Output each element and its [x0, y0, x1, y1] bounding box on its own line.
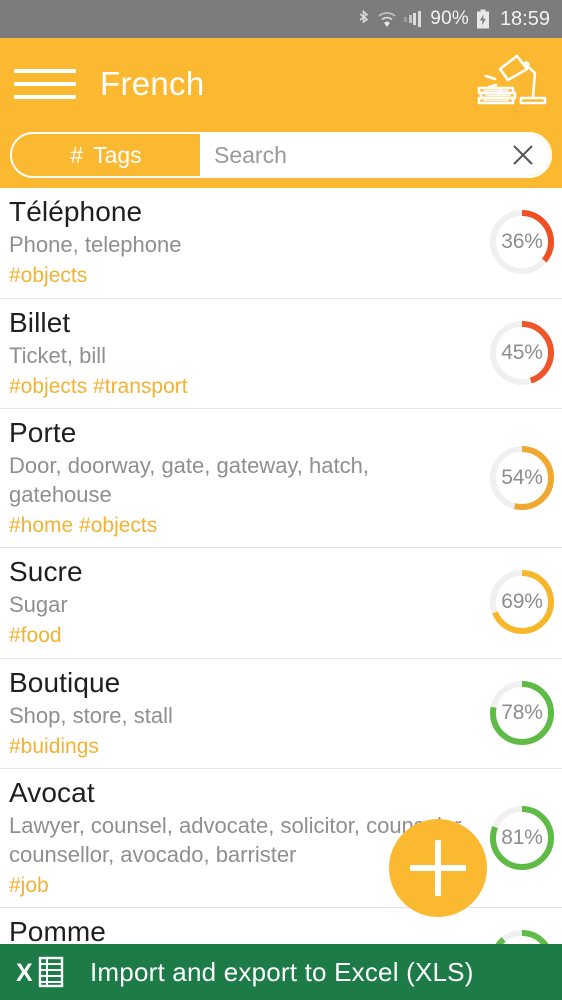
word-item-texts: Porte Door, doorway, gate, gateway, hatch… [0, 416, 484, 539]
progress-percent-label: 78% [501, 700, 543, 724]
word-term: Sucre [9, 555, 83, 587]
excel-xls-icon: X [16, 953, 72, 991]
word-list-item[interactable]: Boutique Shop, store, stall #buidings 78% [0, 659, 562, 770]
excel-import-export-banner[interactable]: X Import and export to Excel (XLS) [0, 944, 562, 1000]
word-definition: Door, doorway, gate, gateway, hatch, gat… [9, 453, 369, 507]
progress-percent-label: 54% [501, 465, 543, 489]
word-tags: #food [9, 624, 62, 648]
progress-ring-container: 54% [484, 444, 560, 512]
battery-charging-icon [476, 9, 490, 29]
progress-ring: 78% [488, 679, 556, 747]
word-definition: Phone, telephone [9, 232, 182, 258]
progress-percent-label: 69% [501, 590, 543, 614]
page-title: French [100, 65, 205, 102]
hash-icon: # [70, 141, 84, 168]
desk-lamp-books-icon[interactable] [470, 50, 550, 118]
word-term: Porte [9, 417, 77, 449]
word-term: Boutique [9, 666, 121, 698]
search-field [200, 134, 550, 176]
clock-label: 18:59 [499, 7, 550, 30]
progress-ring: 81% [488, 804, 556, 872]
hamburger-menu-icon[interactable] [14, 69, 76, 99]
word-term: Téléphone [9, 196, 143, 227]
word-list-item[interactable]: Billet Ticket, bill #objects #transport 45% [0, 299, 562, 410]
word-definition: Ticket, bill [9, 342, 106, 368]
word-tags: #objects [9, 264, 88, 288]
cellular-signal-icon [404, 11, 423, 28]
progress-ring-container: 69% [484, 568, 560, 636]
wifi-icon [377, 10, 397, 28]
close-x-icon[interactable] [510, 142, 536, 168]
progress-ring-container: 78% [484, 679, 560, 747]
tags-filter-label: Tags [93, 141, 142, 168]
word-tags: #objects #transport [9, 374, 188, 398]
search-row: # Tags [0, 130, 562, 188]
word-tags: #buidings [9, 734, 99, 758]
progress-percent-label: 81% [501, 825, 543, 849]
progress-ring: 54% [488, 444, 556, 512]
bluetooth-icon [357, 9, 370, 29]
app-root: 90% 18:59 French # Tags Search Téléphone… [0, 0, 562, 1000]
word-item-texts: Téléphone Phone, telephone #objects [0, 195, 484, 290]
word-item-texts: Sucre Sugar #food [0, 555, 484, 650]
word-tags: #home #objects [9, 513, 158, 537]
word-item-texts: Billet Ticket, bill #objects #transport [0, 306, 484, 401]
word-term: Avocat [9, 777, 95, 809]
word-definition: Shop, store, stall [9, 702, 173, 728]
svg-text:X: X [16, 959, 33, 987]
search-bar: # Tags [10, 132, 552, 178]
progress-percent-label: 36% [501, 230, 543, 254]
word-definition: Sugar [9, 592, 68, 618]
word-term: Billet [9, 306, 71, 338]
progress-ring: 69% [488, 568, 556, 636]
progress-ring-container: 81% [484, 804, 560, 872]
word-list-item[interactable]: Téléphone Phone, telephone #objects 36% [0, 188, 562, 299]
word-list-item[interactable]: Porte Door, doorway, gate, gateway, hatch… [0, 409, 562, 548]
progress-ring: 36% [488, 208, 556, 276]
battery-percent-label: 90% [430, 8, 469, 29]
word-list-item[interactable]: Sucre Sugar #food 69% [0, 548, 562, 659]
progress-ring-container: 45% [484, 319, 560, 387]
search-input[interactable] [214, 141, 510, 169]
progress-ring-container: 36% [484, 208, 560, 276]
word-item-texts: Boutique Shop, store, stall #buidings [0, 666, 484, 761]
status-bar: 90% 18:59 [0, 0, 562, 38]
tags-filter-button[interactable]: # Tags [12, 134, 200, 176]
app-bar: French [0, 38, 562, 130]
progress-ring: 45% [488, 319, 556, 387]
banner-label: Import and export to Excel (XLS) [90, 956, 474, 987]
progress-percent-label: 45% [501, 340, 543, 364]
plus-icon-bar [410, 865, 466, 871]
add-word-fab-button[interactable] [389, 819, 487, 917]
